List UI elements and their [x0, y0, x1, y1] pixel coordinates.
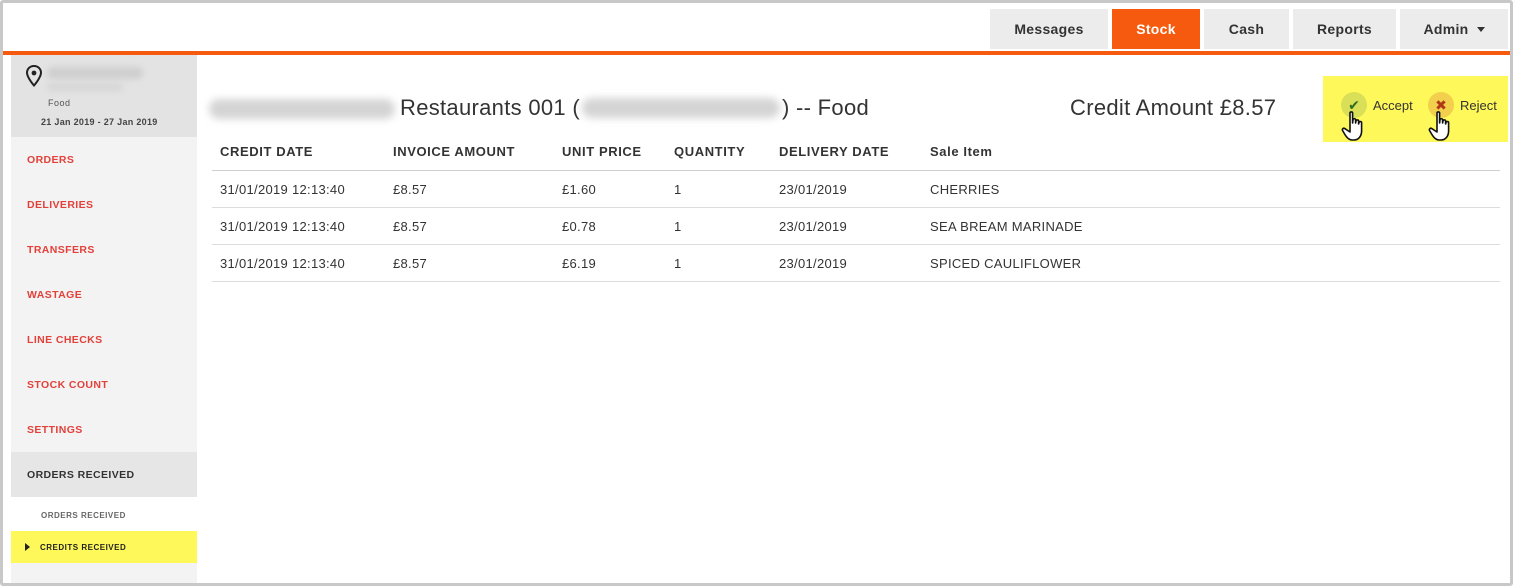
- tab-stock[interactable]: Stock: [1112, 9, 1200, 49]
- invoice-amount-cell: £8.57: [393, 181, 428, 197]
- location-selector[interactable]: Food 21 Jan 2019 - 27 Jan 2019: [11, 55, 197, 137]
- tab-messages[interactable]: Messages: [990, 9, 1108, 49]
- location-detail-redacted: [47, 83, 123, 91]
- invoice-amount-cell: £8.57: [393, 255, 428, 271]
- quantity-cell: 1: [674, 181, 682, 197]
- credits-table: CREDIT DATE INVOICE AMOUNT UNIT PRICE QU…: [212, 133, 1500, 282]
- table-header-row: CREDIT DATE INVOICE AMOUNT UNIT PRICE QU…: [212, 133, 1500, 171]
- invoice-amount-cell: £8.57: [393, 218, 428, 234]
- quantity-cell: 1: [674, 255, 682, 271]
- location-type: Food: [48, 98, 71, 108]
- sidebar-item-label: WASTAGE: [27, 288, 83, 301]
- caret-down-icon: [1476, 26, 1485, 32]
- sidebar-submenu: ORDERS RECEIVED CREDITS RECEIVED: [11, 497, 197, 563]
- sidebar-item-line-checks[interactable]: LINE CHECKS: [11, 317, 197, 362]
- sidebar-item-label: LINE CHECKS: [27, 333, 103, 346]
- top-nav-bar: Messages Stock Cash Reports Admin: [3, 3, 1510, 55]
- sidebar-item-label: SETTINGS: [27, 423, 83, 436]
- sidebar-item-label: TRANSFERS: [27, 243, 95, 256]
- title-suffix: ) -- Food: [781, 95, 870, 120]
- reject-label: Reject: [1460, 97, 1497, 113]
- tab-label: Admin: [1423, 21, 1469, 37]
- sidebar-subitem-label: ORDERS RECEIVED: [41, 510, 126, 520]
- sidebar-subitem-credits-received[interactable]: CREDITS RECEIVED: [11, 531, 197, 563]
- date-range: 21 Jan 2019 - 27 Jan 2019: [41, 117, 158, 127]
- location-name-redacted: [47, 67, 143, 79]
- column-header[interactable]: DELIVERY DATE: [771, 144, 922, 159]
- page-title: Restaurants 001 ( ) -- Food: [400, 95, 869, 121]
- sidebar-item-deliveries[interactable]: DELIVERIES: [11, 182, 197, 227]
- unit-price-cell: £1.60: [562, 181, 597, 197]
- credit-date-cell: 31/01/2019 12:13:40: [220, 181, 345, 197]
- tab-cash[interactable]: Cash: [1204, 9, 1289, 49]
- app-window: Messages Stock Cash Reports Admin Food 2…: [0, 0, 1513, 586]
- sidebar-section-label: ORDERS RECEIVED: [27, 468, 135, 481]
- delivery-date-cell: 23/01/2019: [779, 218, 848, 234]
- tab-label: Reports: [1317, 21, 1372, 37]
- main-tabs: Messages Stock Cash Reports Admin: [990, 9, 1508, 49]
- column-header[interactable]: INVOICE AMOUNT: [385, 144, 554, 159]
- sidebar: Food 21 Jan 2019 - 27 Jan 2019 ORDERS DE…: [11, 55, 197, 583]
- sale-item-cell: SEA BREAM MARINADE: [930, 218, 1083, 234]
- sale-item-cell: SPICED CAULIFLOWER: [930, 255, 1082, 271]
- sale-item-cell: CHERRIES: [930, 181, 1000, 197]
- column-header[interactable]: QUANTITY: [666, 144, 771, 159]
- sidebar-section-orders-received[interactable]: ORDERS RECEIVED: [11, 452, 197, 497]
- credit-amount: Credit Amount £8.57: [1070, 95, 1277, 120]
- accept-label: Accept: [1373, 97, 1413, 113]
- quantity-cell: 1: [674, 218, 682, 234]
- tab-label: Messages: [1014, 21, 1084, 37]
- sidebar-item-label: DELIVERIES: [27, 198, 94, 211]
- unit-price-cell: £0.78: [562, 218, 597, 234]
- table-row[interactable]: 31/01/2019 12:13:40 £8.57 £6.19 1 23/01/…: [212, 245, 1500, 282]
- tab-admin[interactable]: Admin: [1400, 9, 1508, 49]
- sidebar-item-wastage[interactable]: WASTAGE: [11, 272, 197, 317]
- supplier-name-redacted: [209, 99, 395, 119]
- sidebar-item-settings[interactable]: SETTINGS: [11, 407, 197, 452]
- sidebar-item-stock-count[interactable]: STOCK COUNT: [11, 362, 197, 407]
- column-header[interactable]: UNIT PRICE: [554, 144, 666, 159]
- delivery-date-cell: 23/01/2019: [779, 255, 848, 271]
- sidebar-item-orders[interactable]: ORDERS: [11, 137, 197, 182]
- table-row[interactable]: 31/01/2019 12:13:40 £8.57 £0.78 1 23/01/…: [212, 208, 1500, 245]
- delivery-date-cell: 23/01/2019: [779, 181, 848, 197]
- main-content: Restaurants 001 ( ) -- Food Credit Amoun…: [197, 55, 1510, 583]
- credit-date-cell: 31/01/2019 12:13:40: [220, 218, 345, 234]
- tab-label: Cash: [1228, 21, 1265, 37]
- sidebar-subitem-label: CREDITS RECEIVED: [40, 542, 127, 552]
- tab-reports[interactable]: Reports: [1293, 9, 1396, 49]
- map-pin-icon: [25, 65, 43, 87]
- location-name-redacted: [581, 98, 780, 118]
- sidebar-menu: ORDERS DELIVERIES TRANSFERS WASTAGE LINE…: [11, 137, 197, 563]
- credit-date-cell: 31/01/2019 12:13:40: [220, 255, 345, 271]
- sidebar-item-label: ORDERS: [27, 153, 75, 166]
- sidebar-item-label: STOCK COUNT: [27, 378, 109, 391]
- tab-label: Stock: [1136, 21, 1176, 37]
- table-row[interactable]: 31/01/2019 12:13:40 £8.57 £1.60 1 23/01/…: [212, 171, 1500, 208]
- sidebar-item-transfers[interactable]: TRANSFERS: [11, 227, 197, 272]
- column-header[interactable]: CREDIT DATE: [212, 144, 385, 159]
- title-prefix: Restaurants 001 (: [400, 95, 580, 120]
- credit-header: Restaurants 001 ( ) -- Food Credit Amoun…: [197, 93, 1510, 127]
- caret-right-icon: [25, 543, 30, 551]
- column-header[interactable]: Sale Item: [922, 144, 1500, 159]
- unit-price-cell: £6.19: [562, 255, 597, 271]
- sidebar-subitem-orders-received[interactable]: ORDERS RECEIVED: [11, 499, 197, 531]
